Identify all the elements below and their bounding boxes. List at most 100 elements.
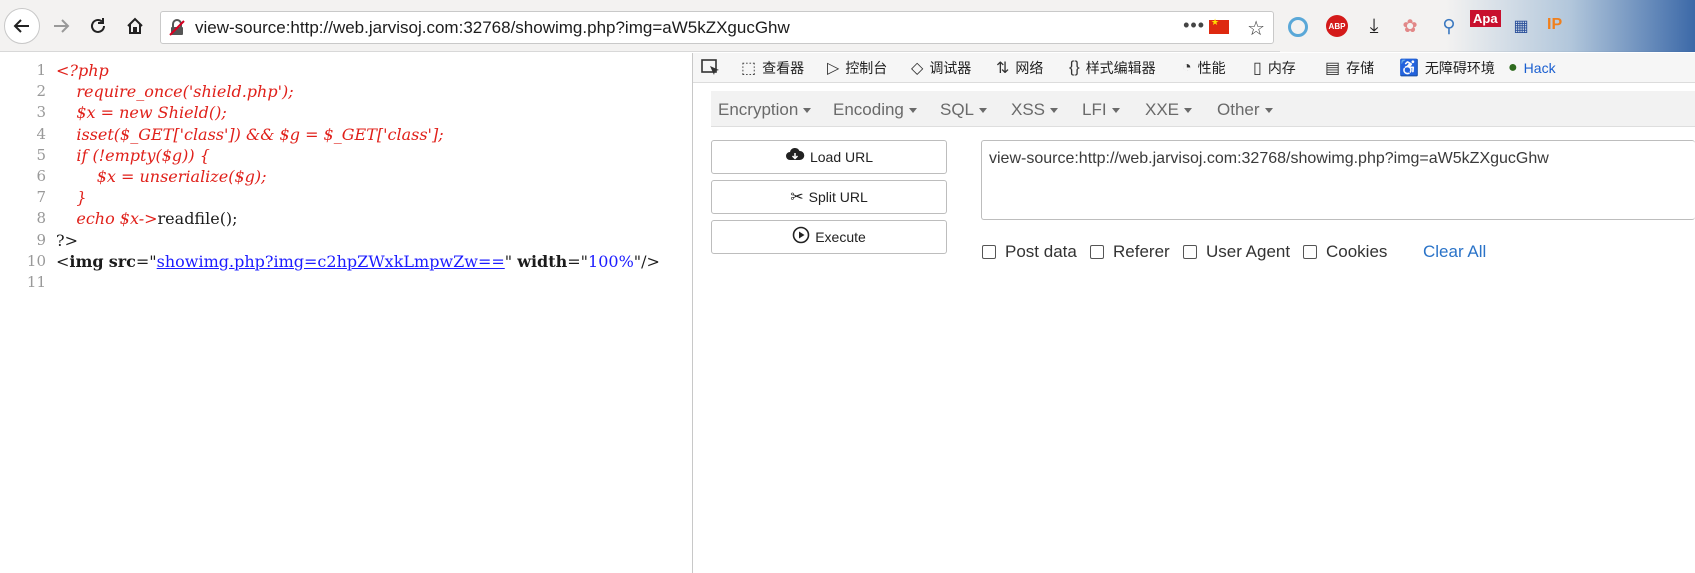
line-code: <img src="showimg.php?img=c2hpZWxkLmpwZw… (56, 252, 660, 271)
devtools-tab-label: 调试器 (929, 60, 972, 76)
extension-circle-icon[interactable] (1288, 17, 1308, 37)
code-token: if (!empty($g)) { (56, 145, 210, 165)
checkbox-post-data[interactable]: Post data (982, 242, 1077, 262)
line-code: $x = unserialize($g); (56, 167, 267, 186)
forward-button[interactable] (43, 8, 79, 44)
window-extension-icon[interactable]: ▦ (1510, 15, 1532, 37)
reload-icon (91, 18, 105, 33)
devtools-tab-icon: ♿ (1399, 60, 1419, 77)
line-number: 9 (36, 230, 46, 249)
hackbar-menu-label: Other (1217, 100, 1260, 119)
checkbox-referer[interactable]: Referer (1090, 242, 1170, 262)
devtools-tab-6[interactable]: ◔ 性能 (1182, 57, 1226, 79)
hackbar-url-textarea[interactable]: view-source:http://web.jarvisoj.com:3276… (981, 140, 1695, 220)
devtools-tab-icon: ⇅ (996, 60, 1010, 77)
checkbox-user-agent[interactable]: User Agent (1183, 242, 1290, 262)
split-url-button[interactable]: ✂ Split URL (711, 180, 947, 214)
line-number: 3 (36, 103, 46, 122)
hackbar-menu-other[interactable]: Other (1217, 100, 1273, 120)
code-token: width (517, 251, 568, 271)
code-token: require_once('shield.php'); (56, 82, 294, 102)
clear-all-link[interactable]: Clear All (1423, 242, 1486, 262)
location-pin-icon[interactable]: ⚲ (1438, 15, 1460, 37)
checkbox-box[interactable] (1090, 245, 1104, 259)
load-url-button[interactable]: Load URL (711, 140, 947, 174)
scissors-icon: ✂ (790, 189, 804, 206)
line-code: echo $x->readfile(); (56, 209, 237, 229)
line-code: ?> (56, 231, 78, 250)
bookmark-star-icon[interactable]: ☆ (1247, 16, 1265, 41)
checkbox-box[interactable] (1303, 245, 1317, 259)
hackbar-menu-xxe[interactable]: XXE (1145, 100, 1193, 120)
execute-button[interactable]: Execute (711, 220, 947, 254)
china-flag-icon[interactable] (1209, 17, 1229, 34)
devtools-tab-label: 网络 (1015, 60, 1044, 76)
devtools-tab-label: 控制台 (845, 60, 888, 76)
line-number: 11 (26, 273, 46, 291)
devtools-tab-label: 查看器 (762, 60, 805, 76)
ip-extension-icon[interactable]: IP (1547, 16, 1562, 34)
devtools-tab-8[interactable]: ▤ 存储 (1325, 57, 1374, 79)
devtools-tab-icon: ▯ (1253, 60, 1262, 77)
insecure-lock-icon[interactable] (168, 19, 186, 42)
url-text[interactable]: view-source:http://web.jarvisoj.com:3276… (195, 18, 790, 38)
devtools-tab-10[interactable]: ● Hack (1508, 57, 1556, 79)
reload-button[interactable] (80, 8, 116, 44)
line-number: 5 (36, 145, 46, 164)
line-code: if (!empty($g)) { (56, 146, 210, 165)
code-token: < (56, 251, 70, 271)
hackbar-menu-label: Encoding (833, 100, 904, 119)
line-number: 6 (36, 167, 46, 185)
arrow-left-icon (13, 19, 29, 33)
checkbox-cookies[interactable]: Cookies (1303, 242, 1387, 262)
code-token: ?> (56, 230, 78, 250)
devtools-tab-9[interactable]: ♿ 无障碍环境 (1399, 57, 1495, 79)
hackbar-menu-label: SQL (940, 100, 975, 119)
adblock-plus-icon[interactable]: ABP (1326, 15, 1348, 37)
caret-down-icon (1184, 108, 1193, 114)
code-token: " (504, 251, 518, 271)
hackbar-menu-sql[interactable]: SQL (940, 100, 988, 120)
code-token: <?php (56, 61, 109, 80)
code-token: isset($_GET['class']) && $g = $_GET['cla… (56, 124, 444, 144)
browser-toolbar: view-source:http://web.jarvisoj.com:3276… (0, 0, 1695, 52)
load-url-label: Load URL (809, 149, 874, 165)
element-picker-icon[interactable] (701, 57, 721, 79)
code-token: } (56, 188, 87, 208)
code-token: img (69, 251, 104, 271)
code-token: "/> (633, 251, 660, 271)
devtools-tab-icon: ● (1508, 59, 1518, 76)
view-source-pane: 1 <?php 2 require_once('shield.php'); 3 $x … (0, 53, 692, 573)
devtools-tab-3[interactable]: ◇ 调试器 (911, 57, 971, 79)
checkbox-box[interactable] (982, 245, 996, 259)
devtools-tab-1[interactable]: ⬚ 查看器 (741, 57, 804, 79)
checkbox-box[interactable] (1183, 245, 1197, 259)
hackbar-menu-lfi[interactable]: LFI (1082, 100, 1120, 120)
devtools-tab-2[interactable]: ▷ 控制台 (827, 57, 887, 79)
hackbar-menu-encoding[interactable]: Encoding (833, 100, 917, 120)
devtools-tab-4[interactable]: ⇅ 网络 (996, 57, 1043, 79)
hackbar-menu-encryption[interactable]: Encryption (718, 100, 812, 120)
hackbar-menu-xss[interactable]: XSS (1011, 100, 1059, 120)
address-bar[interactable]: view-source:http://web.jarvisoj.com:3276… (160, 11, 1274, 44)
code-token: =" (135, 251, 157, 271)
page-actions-menu[interactable]: ••• (1183, 15, 1205, 36)
devtools-tab-7[interactable]: ▯ 内存 (1253, 57, 1296, 79)
back-button[interactable] (4, 8, 40, 44)
devtools-tab-5[interactable]: {} 样式编辑器 (1069, 57, 1156, 79)
devtools-tab-bar: ⬚ 查看器 ▷ 控制台 ◇ 调试器 ⇅ 网络 {} 样式编辑器 ◔ 性能 ▯ 内存 ▤ 存储 ♿ 无障碍环境 ● Ha… (693, 53, 1695, 83)
devtools-tab-icon: {} (1069, 59, 1080, 76)
caret-down-icon (1050, 108, 1059, 114)
apa-extension-badge[interactable]: Apa (1470, 10, 1501, 27)
line-number: 8 (36, 209, 46, 228)
home-button[interactable] (117, 8, 153, 44)
code-token: 100% (588, 251, 634, 271)
code-token: echo $x-> (56, 209, 158, 229)
arrow-right-icon (54, 19, 70, 33)
line-number: 1 (36, 61, 46, 79)
devtools-tab-label: Hack (1523, 60, 1556, 76)
source-link[interactable]: showimg.php?img=c2hpZWxkLmpwZw== (157, 252, 505, 271)
checkbox-label: User Agent (1206, 242, 1291, 261)
extension-pink-icon[interactable]: ✿ (1399, 15, 1421, 37)
download-icon[interactable]: ⤓ (1363, 15, 1385, 37)
